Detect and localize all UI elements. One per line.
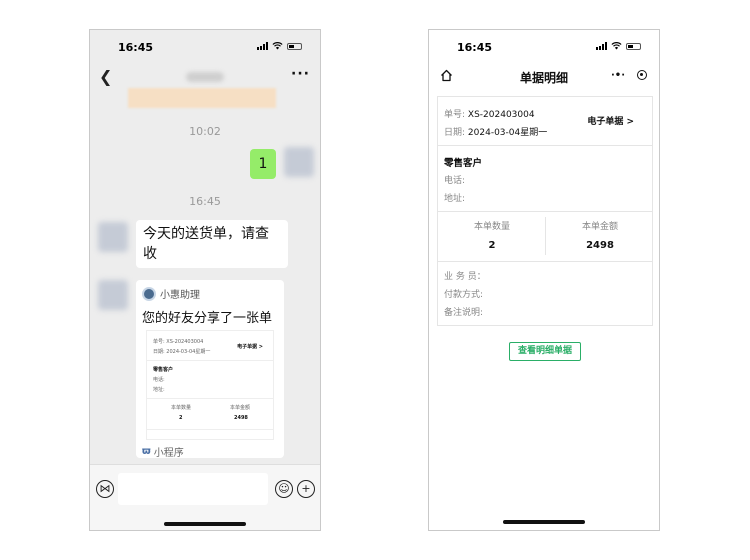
card-preview: 单号: XS-202403004 日期: 2024-03-04星期一 电子单据 … (146, 330, 274, 440)
capsule-close-icon[interactable] (637, 70, 647, 80)
sent-message[interactable]: 1 (250, 149, 276, 179)
view-detail-button[interactable]: 查看明细单据 (509, 342, 581, 361)
card-title: 您的好友分享了一张单 (142, 311, 273, 326)
amount-value: 2498 (586, 240, 614, 251)
contact-avatar[interactable] (98, 280, 128, 310)
chat-screen: 16:45 ❮ ··· 10:02 1 16:45 今天的送货单，请查收 小惠助… (89, 29, 321, 531)
date-label: 日期: (444, 128, 466, 138)
status-bar: 16:45 (429, 30, 659, 64)
preview-e-receipt: 电子单据 > (237, 344, 263, 350)
preview-customer: 零售客户 (153, 367, 174, 373)
capsule-more-icon[interactable]: ·•· (611, 70, 625, 81)
voice-icon[interactable]: ⋈ (96, 480, 114, 498)
address-label: 地址: (444, 194, 466, 204)
emoji-icon[interactable]: ☺ (275, 480, 293, 498)
mini-program-icon: ϖ (142, 446, 151, 457)
back-icon[interactable]: ❮ (99, 67, 112, 86)
my-avatar[interactable] (284, 147, 314, 177)
date-value: 2024-03-04星期一 (467, 128, 548, 138)
qty-label: 本单数量 (473, 222, 510, 232)
contact-avatar[interactable] (98, 222, 128, 252)
home-indicator (164, 522, 246, 526)
order-no-label: 单号: (444, 110, 466, 120)
preview-date: 日期: 2024-03-04星期一 (153, 349, 211, 355)
contact-name (186, 72, 224, 82)
preview-phone-label: 电话: (153, 377, 165, 383)
input-bar: ⋈ ☺ + (90, 464, 320, 530)
preview-amount-label: 本单金额 (230, 405, 251, 411)
add-icon[interactable]: + (297, 480, 315, 498)
qty-stat: 本单数量 2 (438, 219, 546, 251)
amount-label: 本单金额 (581, 222, 618, 232)
remark-label: 备注说明: (444, 308, 484, 318)
preview-order-no: 单号: XS-202403004 (153, 339, 204, 345)
customer-name: 零售客户 (444, 158, 483, 169)
app-name: 小惠助理 (160, 290, 200, 301)
status-bar: 16:45 (90, 30, 320, 64)
signal-icon (596, 42, 607, 50)
preview-amount-value: 2498 (234, 415, 248, 421)
preview-address-label: 地址: (153, 387, 165, 393)
mini-program-capsule: ·•· (607, 66, 651, 84)
phone-label: 电话: (444, 176, 466, 186)
amount-stat: 本单金额 2498 (546, 219, 654, 251)
receipt-detail-card: 单号: XS-202403004 日期: 2024-03-04星期一 电子单据 … (437, 96, 653, 326)
status-time: 16:45 (118, 41, 154, 54)
qty-value: 2 (488, 240, 496, 251)
wifi-icon (611, 42, 622, 50)
battery-icon (626, 42, 641, 50)
nav-bar: 单据明细 ·•· (429, 64, 659, 88)
timestamp: 10:02 (189, 125, 221, 138)
app-logo-icon (142, 286, 156, 301)
detail-screen: 16:45 单据明细 ·•· 单号: XS-202403004 日期: 2024… (428, 29, 660, 531)
timestamp: 16:45 (189, 195, 221, 208)
wifi-icon (272, 42, 283, 50)
preview-qty-value: 2 (179, 415, 183, 421)
salesperson-label: 业 务 员： (444, 272, 486, 282)
received-message[interactable]: 今天的送货单，请查收 (136, 220, 288, 268)
order-no-value: XS-202403004 (467, 110, 535, 120)
battery-icon (287, 42, 302, 50)
previous-message (128, 88, 276, 108)
mini-program-card[interactable]: 小惠助理 您的好友分享了一张单 单号: XS-202403004 日期: 202… (136, 280, 284, 459)
message-input[interactable] (118, 473, 268, 505)
preview-qty-label: 本单数量 (171, 405, 192, 411)
status-time: 16:45 (457, 41, 493, 54)
more-icon[interactable]: ··· (291, 66, 310, 82)
e-receipt-link[interactable]: 电子单据 > (587, 114, 634, 127)
mini-program-label: 小程序 (153, 448, 184, 459)
home-indicator (503, 520, 585, 524)
signal-icon (257, 42, 268, 50)
payment-method-label: 付款方式: (444, 290, 484, 300)
